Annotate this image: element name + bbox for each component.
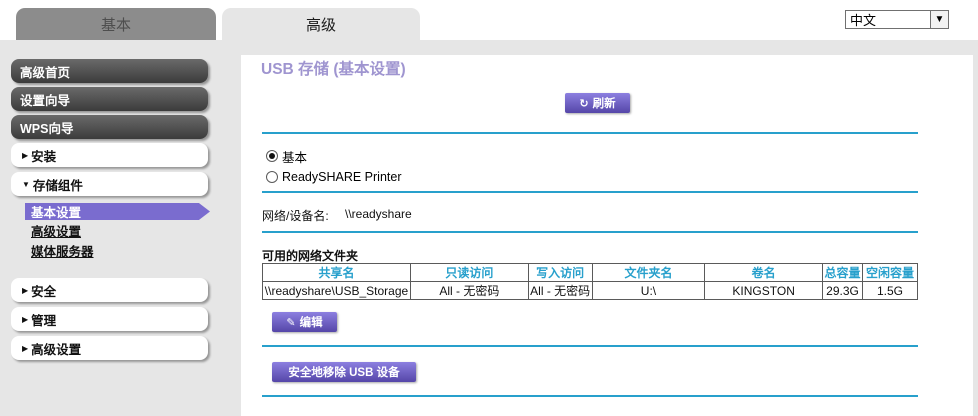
edit-button-label: 编辑 bbox=[299, 317, 323, 329]
sidebar-item-storage-label: 存储组件 bbox=[32, 178, 83, 193]
column-header-total-space: 总容量 bbox=[822, 263, 863, 282]
column-header-free-space: 空闲容量 bbox=[861, 263, 919, 282]
edit-button[interactable]: ✎ 编辑 bbox=[272, 312, 337, 332]
column-header-folder-name: 文件夹名 bbox=[591, 263, 706, 282]
main-panel: USB 存储 (基本设置) ↻ 刷新 基本 ReadySHARE Printer… bbox=[241, 55, 973, 416]
sidebar-subitem-basic-label: 基本设置 bbox=[31, 206, 82, 220]
tab-advanced[interactable]: 高级 bbox=[222, 8, 420, 40]
network-device-name-value: \\readyshare bbox=[345, 207, 412, 221]
column-header-write-access: 写入访问 bbox=[527, 263, 593, 282]
sidebar-subitem-advanced-settings[interactable]: 高级设置 bbox=[25, 222, 210, 239]
cell-share-name: \\readyshare\USB_Storage bbox=[262, 281, 411, 300]
refresh-icon: ↻ bbox=[579, 97, 589, 110]
sidebar-item-storage[interactable]: ▼ 存储组件 bbox=[11, 172, 208, 196]
cell-volume-name: KINGSTON bbox=[704, 281, 823, 300]
radio-button-checked[interactable] bbox=[266, 150, 278, 162]
top-bar: 基本 高级 中文 ▼ bbox=[0, 0, 978, 40]
table-header-row: 共享名 只读访问 写入访问 文件夹名 卷名 总容量 空闲容量 bbox=[262, 263, 919, 282]
language-select-value: 中文 bbox=[850, 13, 877, 28]
sidebar-subitem-media-label: 媒体服务器 bbox=[31, 245, 94, 259]
language-select[interactable]: 中文 ▼ bbox=[845, 10, 949, 29]
radio-printer-label: ReadySHARE Printer bbox=[282, 170, 402, 184]
triangle-right-icon: ▶ bbox=[22, 314, 29, 324]
sidebar-subitem-media-server[interactable]: 媒体服务器 bbox=[25, 242, 210, 259]
column-header-read-access: 只读访问 bbox=[409, 263, 529, 282]
cell-read-access: All - 无密码 bbox=[409, 281, 529, 300]
sidebar-item-setup[interactable]: ▶ 安装 bbox=[11, 143, 208, 167]
divider bbox=[262, 231, 918, 233]
sidebar-item-security[interactable]: ▶ 安全 bbox=[11, 278, 208, 302]
sidebar-item-home[interactable]: 高级首页 bbox=[11, 59, 208, 83]
refresh-button-label: 刷新 bbox=[592, 98, 616, 110]
triangle-right-icon: ▶ bbox=[22, 150, 29, 160]
radio-button-unchecked[interactable] bbox=[266, 171, 278, 183]
tab-basic[interactable]: 基本 bbox=[16, 8, 216, 40]
cell-write-access: All - 无密码 bbox=[527, 281, 593, 300]
cell-total-space: 29.3G bbox=[822, 281, 863, 300]
triangle-right-icon: ▶ bbox=[22, 343, 29, 353]
network-folders-table: 共享名 只读访问 写入访问 文件夹名 卷名 总容量 空闲容量 \\readysh… bbox=[262, 263, 919, 300]
sidebar-item-setup-label: 安装 bbox=[31, 149, 57, 164]
column-header-volume-name: 卷名 bbox=[704, 263, 823, 282]
sidebar-item-wizard[interactable]: 设置向导 bbox=[11, 87, 208, 111]
divider bbox=[262, 191, 918, 193]
column-header-share-name: 共享名 bbox=[262, 263, 411, 282]
radio-basic-label: 基本 bbox=[282, 150, 308, 165]
pencil-icon: ✎ bbox=[286, 316, 296, 329]
page-title: USB 存储 (基本设置) bbox=[261, 61, 406, 78]
refresh-button[interactable]: ↻ 刷新 bbox=[565, 93, 630, 113]
divider bbox=[262, 132, 918, 134]
sidebar-item-admin[interactable]: ▶ 管理 bbox=[11, 307, 208, 331]
sidebar-subitem-basic-settings[interactable]: 基本设置 bbox=[25, 203, 210, 220]
sidebar-item-advanced-setup-label: 高级设置 bbox=[31, 342, 82, 357]
triangle-down-icon: ▼ bbox=[22, 179, 30, 189]
divider bbox=[262, 345, 918, 347]
sidebar-item-wps[interactable]: WPS向导 bbox=[11, 115, 208, 139]
available-folders-heading: 可用的网络文件夹 bbox=[262, 249, 359, 263]
safely-remove-usb-label: 安全地移除 USB 设备 bbox=[288, 367, 400, 379]
triangle-right-icon: ▶ bbox=[22, 285, 29, 295]
chevron-down-icon[interactable]: ▼ bbox=[930, 11, 948, 28]
network-device-name-label: 网络/设备名: bbox=[262, 209, 329, 223]
table-row[interactable]: \\readyshare\USB_Storage All - 无密码 All -… bbox=[262, 281, 919, 300]
safely-remove-usb-button[interactable]: 安全地移除 USB 设备 bbox=[272, 362, 416, 382]
sidebar: 高级首页 设置向导 WPS向导 ▶ 安装 ▼ 存储组件 基本设置 高级设置 媒体… bbox=[0, 40, 240, 416]
radio-basic[interactable]: 基本 bbox=[266, 148, 308, 165]
sidebar-item-advanced-setup[interactable]: ▶ 高级设置 bbox=[11, 336, 208, 360]
sidebar-item-admin-label: 管理 bbox=[31, 313, 57, 328]
radio-readyshare-printer[interactable]: ReadySHARE Printer bbox=[266, 169, 402, 185]
divider bbox=[262, 395, 918, 397]
sidebar-subitem-advanced-label: 高级设置 bbox=[31, 225, 82, 239]
sidebar-item-security-label: 安全 bbox=[31, 284, 57, 299]
cell-free-space: 1.5G bbox=[861, 281, 919, 300]
cell-folder-name: U:\ bbox=[591, 281, 706, 300]
